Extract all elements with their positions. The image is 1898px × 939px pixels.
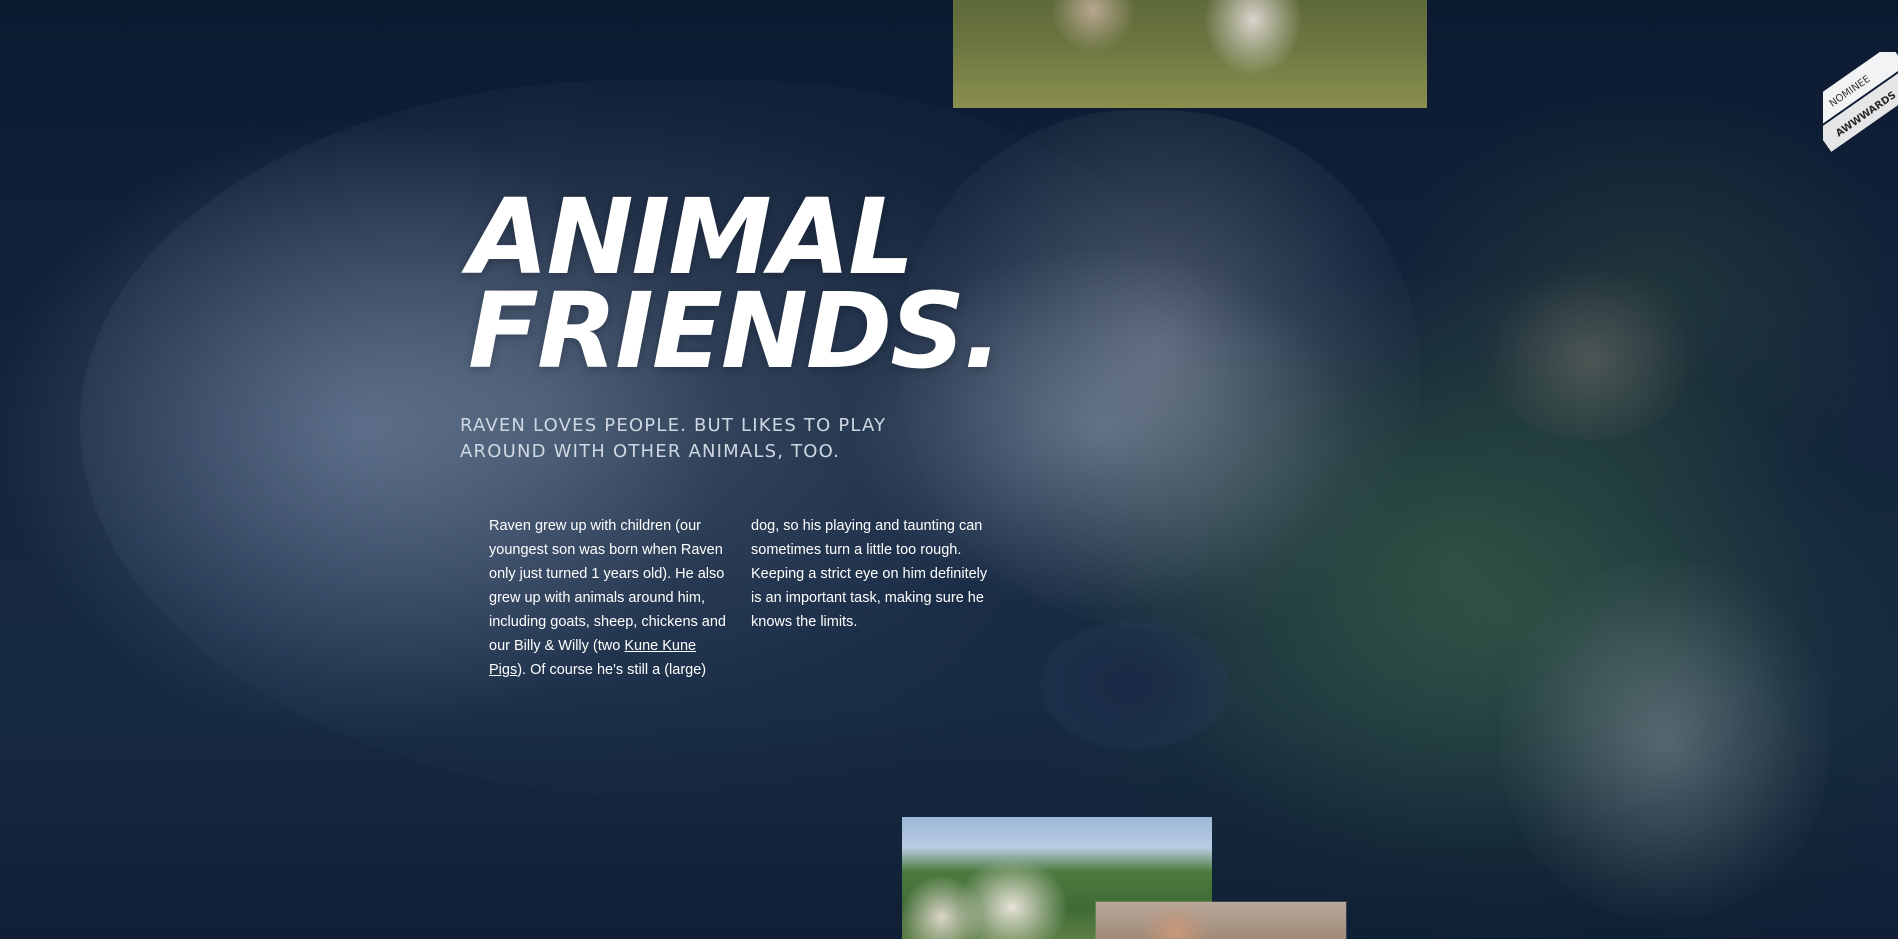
headline-line-2: FRIENDS. xyxy=(468,270,1003,392)
photo-pig xyxy=(1096,902,1346,939)
awwwards-nominee-ribbon[interactable]: NOMINEE AWWWARDS xyxy=(1823,52,1898,170)
subtitle: RAVEN LOVES PEOPLE. BUT LIKES TO PLAY AR… xyxy=(460,415,887,462)
photo-dog-on-grass xyxy=(953,0,1427,108)
body-text: Raven grew up with children (our younges… xyxy=(489,514,989,682)
background-wolf-nose xyxy=(1040,620,1230,750)
page-title: ANIMAL FRIENDS. xyxy=(468,185,1003,392)
body-text-part-1: Raven grew up with children (our younges… xyxy=(489,518,726,654)
background-dog-rolling xyxy=(1500,560,1830,920)
background-dog-lying xyxy=(1480,260,1700,440)
page: ANIMAL FRIENDS. RAVEN LOVES PEOPLE. BUT … xyxy=(0,0,1898,939)
